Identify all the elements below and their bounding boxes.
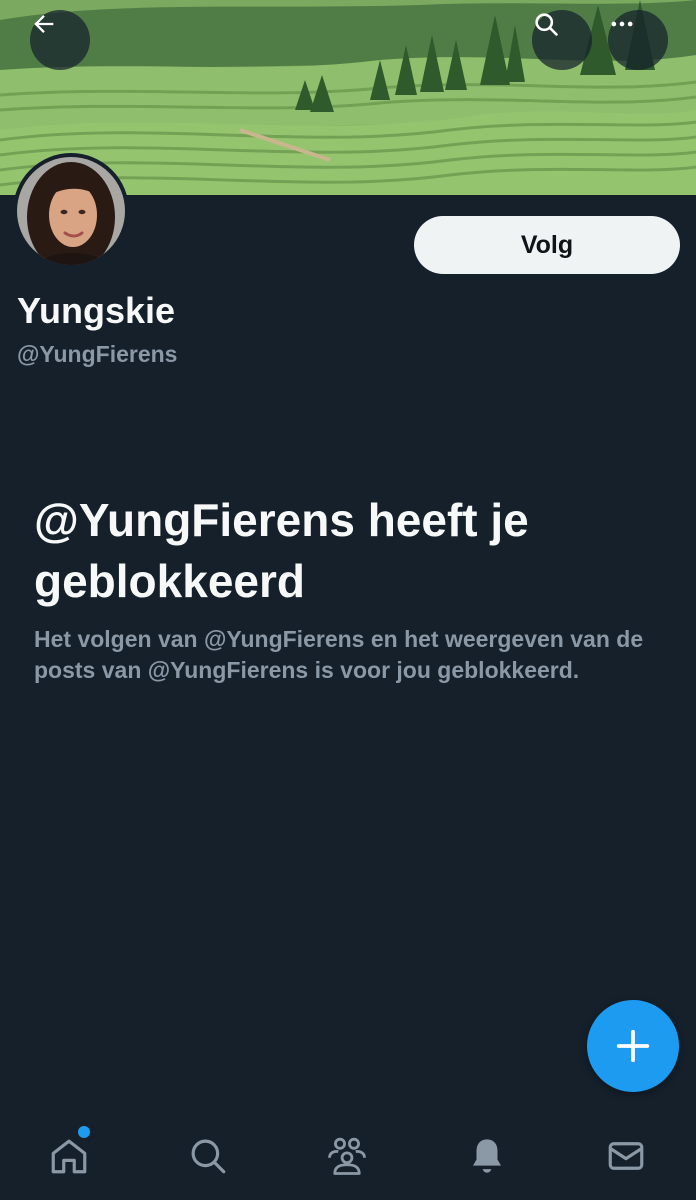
user-handle: @YungFierens (17, 341, 178, 367)
avatar[interactable] (13, 153, 129, 269)
arrow-left-icon (34, 15, 54, 33)
nav-notifications[interactable] (463, 1132, 511, 1180)
more-options-button[interactable] (608, 10, 668, 70)
back-button[interactable] (30, 10, 90, 70)
nav-home[interactable] (45, 1132, 93, 1180)
compose-post-button[interactable] (587, 1000, 679, 1092)
nav-messages[interactable] (602, 1132, 650, 1180)
mail-icon (608, 1142, 644, 1170)
communities-icon (328, 1137, 366, 1175)
search-icon (191, 1139, 226, 1174)
header-search-button[interactable] (532, 10, 592, 70)
plus-icon (616, 1029, 650, 1063)
search-icon (535, 13, 558, 36)
home-icon (51, 1139, 87, 1174)
home-notification-dot (78, 1126, 90, 1138)
bell-icon (473, 1139, 501, 1173)
more-horizontal-icon (611, 21, 633, 27)
display-name: Yungskie (17, 290, 176, 331)
nav-communities[interactable] (323, 1132, 371, 1180)
blocked-title: @YungFierens heeft je geblokkeerd (34, 494, 529, 607)
nav-search[interactable] (184, 1132, 232, 1180)
follow-button[interactable]: Volg (414, 216, 680, 274)
bottom-navigation (0, 1110, 696, 1200)
avatar-photo (17, 157, 125, 265)
blocked-description: Het volgen van @YungFierens en het weerg… (34, 626, 644, 683)
